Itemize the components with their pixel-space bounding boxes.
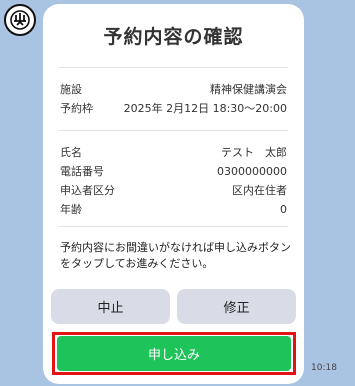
avatar[interactable] (4, 4, 36, 36)
facility-label: 施設 (60, 83, 82, 96)
card-title: 予約内容の確認 (103, 26, 244, 48)
phone-label: 電話番号 (60, 165, 104, 178)
category-label: 申込者区分 (60, 184, 115, 197)
crest-logo-icon (10, 10, 30, 30)
edit-button[interactable]: 修正 (177, 289, 296, 324)
age-label: 年齢 (60, 203, 82, 216)
age-value: 0 (280, 202, 287, 216)
slot-value: 2025年 2月12日 18:30～20:00 (123, 102, 287, 115)
divider (59, 226, 288, 227)
phone-row: 電話番号 0300000000 (60, 162, 287, 180)
divider (59, 67, 288, 68)
message-timestamp: 10:18 (311, 363, 337, 373)
name-row: 氏名 テスト 太郎 (60, 143, 287, 161)
apply-button[interactable]: 申し込み (57, 336, 291, 371)
phone-value: 0300000000 (217, 164, 287, 178)
slot-label: 予約枠 (60, 102, 93, 115)
age-row: 年齢 0 (60, 200, 287, 218)
category-row: 申込者区分 区内在住者 (60, 181, 287, 199)
facility-value: 精神保健講演会 (210, 83, 287, 96)
category-value: 区内在住者 (232, 184, 287, 197)
name-label: 氏名 (60, 146, 82, 159)
reservation-confirm-card: 予約内容の確認 施設 精神保健講演会 予約枠 2025年 2月12日 18:30… (43, 4, 304, 384)
divider (59, 130, 288, 131)
facility-row: 施設 精神保健講演会 (60, 80, 287, 98)
slot-row: 予約枠 2025年 2月12日 18:30～20:00 (60, 99, 287, 117)
name-value: テスト 太郎 (221, 146, 287, 159)
confirmation-note: 予約内容にお間違いがなければ申し込みボタンをタップしてお進みください。 (60, 241, 291, 270)
cancel-button[interactable]: 中止 (51, 289, 170, 324)
